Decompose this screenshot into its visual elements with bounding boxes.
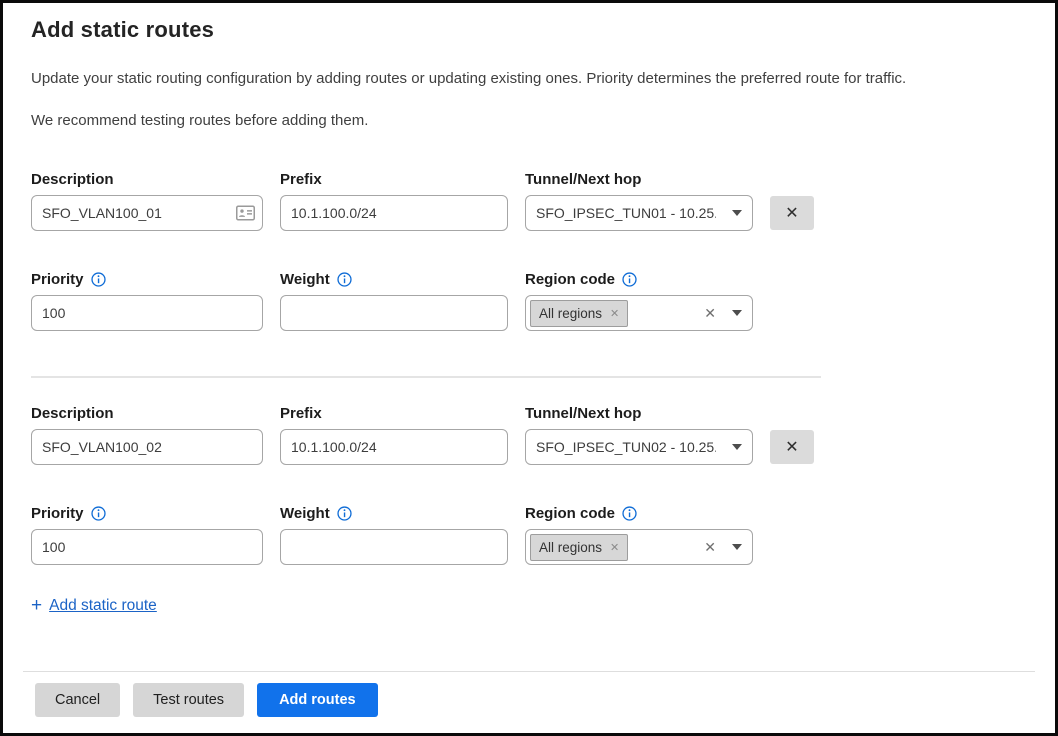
dialog-body: Add static routes Update your static rou… xyxy=(3,3,1055,671)
add-static-route-row: + Add static route xyxy=(31,596,1027,615)
region-field-group: Region code All regions ✕ ✕ xyxy=(525,271,753,331)
region-multiselect[interactable]: All regions ✕ ✕ xyxy=(525,295,753,331)
weight-input[interactable] xyxy=(280,529,508,565)
chevron-down-icon xyxy=(732,544,742,550)
prefix-input[interactable] xyxy=(280,429,508,465)
prefix-label: Prefix xyxy=(280,405,508,422)
priority-field-group: Priority xyxy=(31,271,263,331)
remove-tag-icon[interactable]: ✕ xyxy=(610,307,619,320)
info-icon[interactable] xyxy=(91,506,106,521)
info-icon[interactable] xyxy=(622,272,637,287)
route2-secondary-fields: Priority Weight xyxy=(31,505,1027,565)
region-field-group: Region code All regions ✕ ✕ xyxy=(525,505,753,565)
prefix-input[interactable] xyxy=(280,195,508,231)
priority-label: Priority xyxy=(31,505,263,522)
dialog-description-line1: Update your static routing configuration… xyxy=(31,70,1027,87)
page-title: Add static routes xyxy=(31,17,1027,43)
route-divider xyxy=(31,376,821,378)
priority-input[interactable] xyxy=(31,295,263,331)
route1-secondary-fields: Priority Weight xyxy=(31,271,1027,331)
cancel-button[interactable]: Cancel xyxy=(35,683,120,717)
tunnel-field-group: Tunnel/Next hop SFO_IPSEC_TUN02 - 10.25.… xyxy=(525,405,753,465)
contact-card-icon[interactable] xyxy=(236,206,255,221)
prefix-label: Prefix xyxy=(280,171,508,188)
description-input[interactable] xyxy=(31,429,263,465)
info-icon[interactable] xyxy=(337,506,352,521)
region-label: Region code xyxy=(525,271,753,288)
route-row: Description xyxy=(31,171,1027,331)
description-label: Description xyxy=(31,171,263,188)
tunnel-select[interactable]: SFO_IPSEC_TUN02 - 10.25... xyxy=(525,429,753,465)
clear-selection-icon[interactable]: ✕ xyxy=(704,539,716,556)
dialog-description-line2: We recommend testing routes before addin… xyxy=(31,112,1027,129)
add-static-routes-dialog: Add static routes Update your static rou… xyxy=(0,0,1058,736)
weight-input[interactable] xyxy=(280,295,508,331)
info-icon[interactable] xyxy=(622,506,637,521)
add-static-route-link[interactable]: Add static route xyxy=(49,597,157,615)
route1-main-fields: Description xyxy=(31,171,1027,231)
add-routes-button[interactable]: Add routes xyxy=(257,683,378,717)
description-input[interactable] xyxy=(31,195,263,231)
priority-label: Priority xyxy=(31,271,263,288)
weight-field-group: Weight xyxy=(280,271,508,331)
close-icon: ✕ xyxy=(785,203,798,223)
dialog-footer: Cancel Test routes Add routes xyxy=(3,671,1055,733)
region-tag-label: All regions xyxy=(539,306,602,321)
tunnel-selected-value: SFO_IPSEC_TUN02 - 10.25... xyxy=(536,439,716,455)
prefix-field-group: Prefix xyxy=(280,171,508,231)
route2-main-fields: Description Prefix Tunnel/Next hop SFO_I… xyxy=(31,405,1027,465)
test-routes-button[interactable]: Test routes xyxy=(133,683,244,717)
description-label: Description xyxy=(31,405,263,422)
chevron-down-icon xyxy=(732,310,742,316)
tunnel-selected-value: SFO_IPSEC_TUN01 - 10.25... xyxy=(536,205,716,221)
remove-route-button[interactable]: ✕ xyxy=(770,196,814,230)
tunnel-label: Tunnel/Next hop xyxy=(525,171,753,188)
weight-field-group: Weight xyxy=(280,505,508,565)
region-tag: All regions ✕ xyxy=(530,300,628,327)
region-tag: All regions ✕ xyxy=(530,534,628,561)
region-tag-label: All regions xyxy=(539,540,602,555)
remove-tag-icon[interactable]: ✕ xyxy=(610,541,619,554)
tunnel-field-group: Tunnel/Next hop SFO_IPSEC_TUN01 - 10.25.… xyxy=(525,171,753,231)
weight-label: Weight xyxy=(280,271,508,288)
chevron-down-icon xyxy=(732,444,742,450)
route-row: Description Prefix Tunnel/Next hop SFO_I… xyxy=(31,405,1027,565)
close-icon: ✕ xyxy=(785,437,798,457)
prefix-field-group: Prefix xyxy=(280,405,508,465)
clear-selection-icon[interactable]: ✕ xyxy=(704,305,716,322)
region-multiselect[interactable]: All regions ✕ ✕ xyxy=(525,529,753,565)
priority-field-group: Priority xyxy=(31,505,263,565)
info-icon[interactable] xyxy=(337,272,352,287)
description-field-group: Description xyxy=(31,405,263,465)
chevron-down-icon xyxy=(732,210,742,216)
tunnel-label: Tunnel/Next hop xyxy=(525,405,753,422)
plus-icon: + xyxy=(31,596,42,615)
priority-input[interactable] xyxy=(31,529,263,565)
region-label: Region code xyxy=(525,505,753,522)
info-icon[interactable] xyxy=(91,272,106,287)
weight-label: Weight xyxy=(280,505,508,522)
remove-route-button[interactable]: ✕ xyxy=(770,430,814,464)
tunnel-select[interactable]: SFO_IPSEC_TUN01 - 10.25... xyxy=(525,195,753,231)
description-field-group: Description xyxy=(31,171,263,231)
